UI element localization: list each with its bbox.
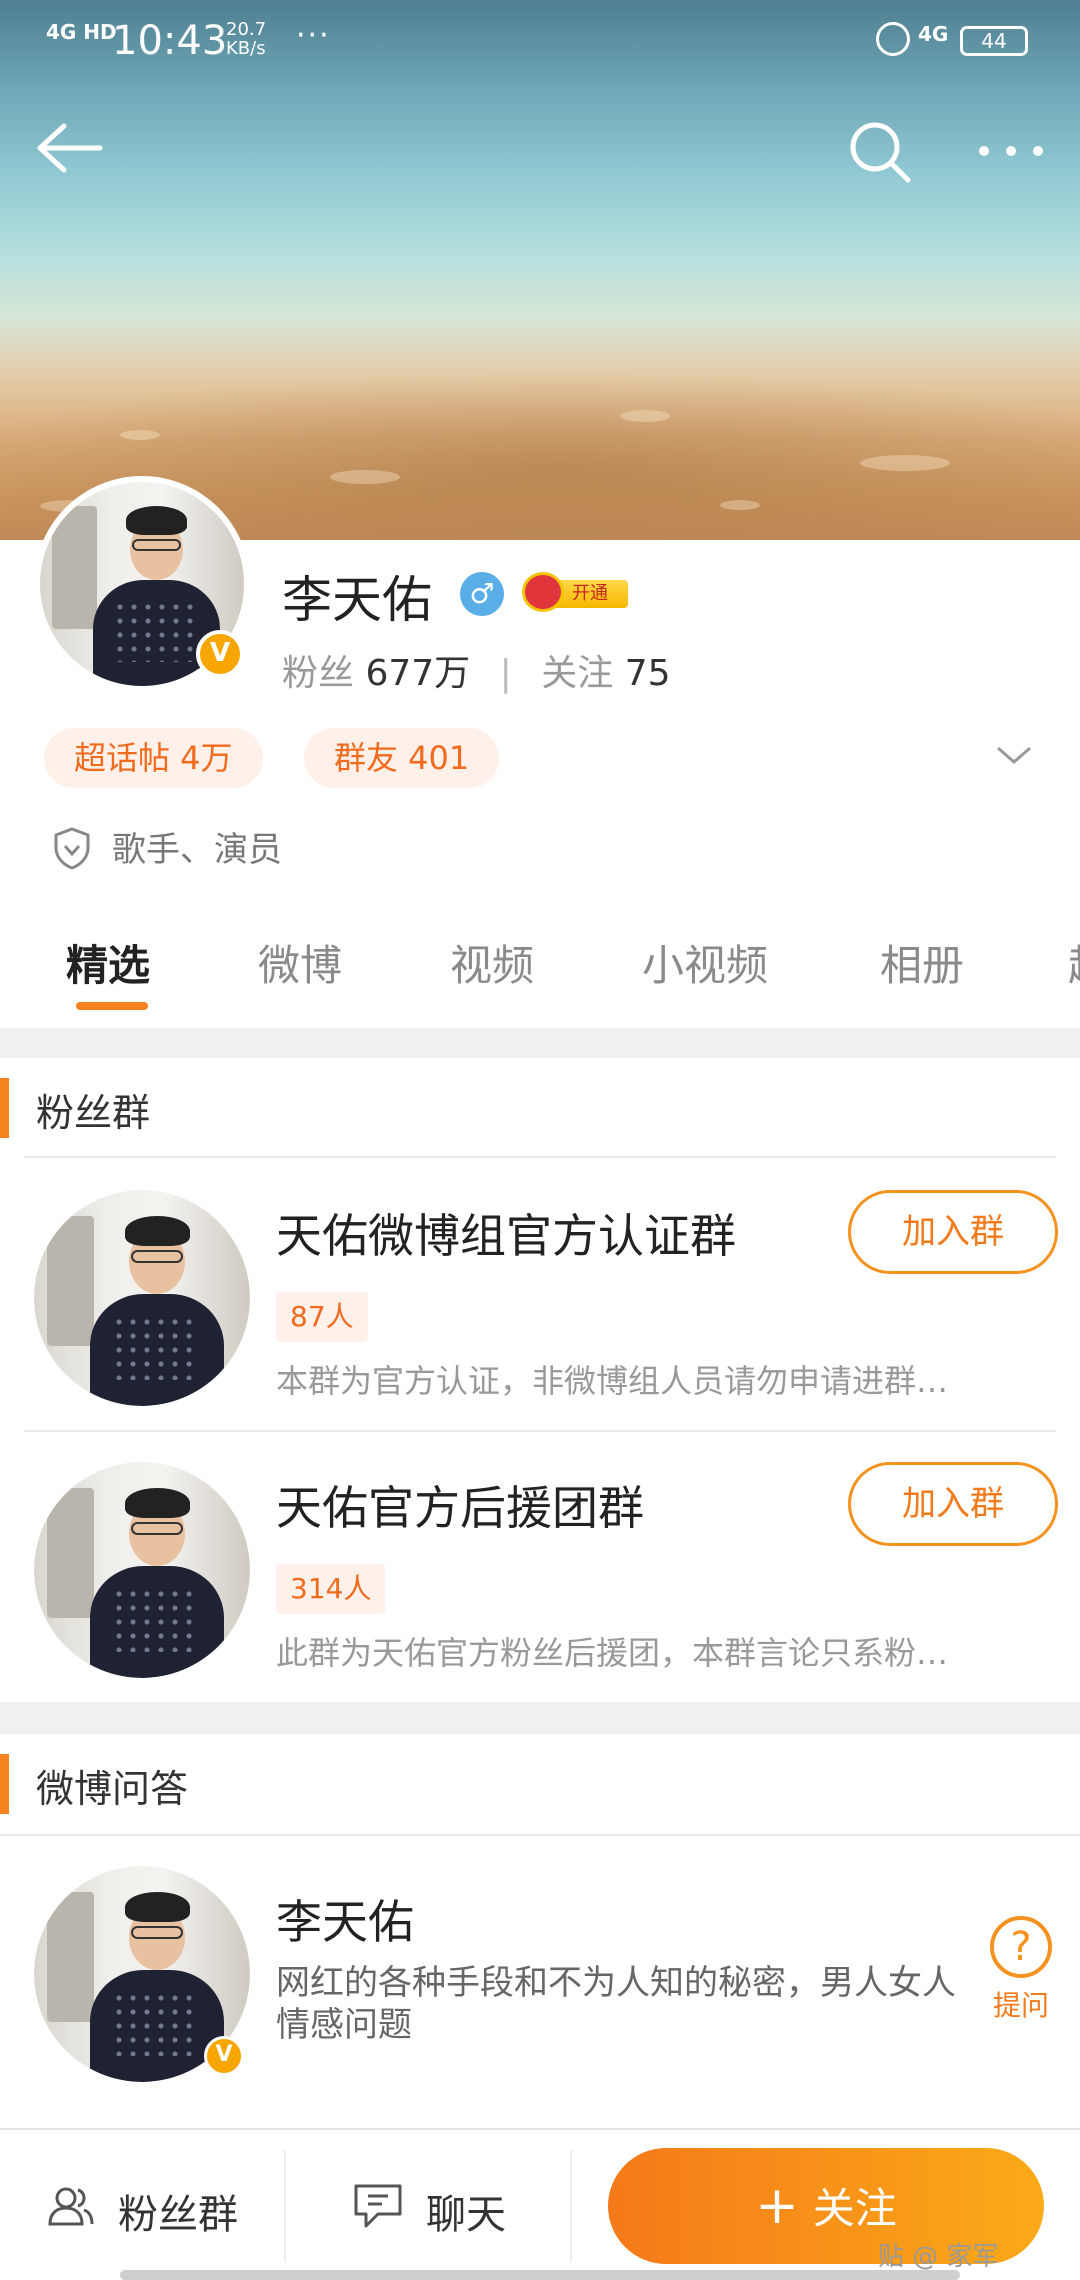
following-label: 关注 [541,653,614,694]
tab-indicator [76,1002,148,1010]
question-icon: ? [990,1916,1052,1978]
verified-badge-icon: V [204,2036,244,2076]
network-indicator: 4G HD [46,20,117,44]
tab-video[interactable]: 视频 [450,932,534,993]
network-speed: 20.7 KB/s [226,19,267,59]
qa-title: 微博问答 [36,1767,189,1811]
alarm-icon [876,22,910,56]
join-group-button[interactable]: 加入群 [848,1190,1058,1274]
watermark: 贴 @ 家军 [878,2242,999,2272]
battery-indicator: 44 [960,26,1028,56]
more-icon[interactable] [976,136,1046,166]
chat-label: 聊天 [426,2192,506,2238]
fans-group-button[interactable]: 粉丝群 [0,2130,282,2280]
group-name[interactable]: 天佑微博组官方认证群 [276,1200,736,1266]
crown-icon [522,572,564,612]
followers-label: 粉丝 [282,653,355,694]
network-right-indicator: 4G [918,22,949,46]
back-arrow-icon[interactable] [36,118,106,178]
clock: 10:43 [112,18,228,64]
gesture-bar [120,2270,960,2280]
ask-label: 提问 [992,1989,1049,2022]
divider [24,1430,1056,1432]
tab-short-video[interactable]: 小视频 [642,932,768,993]
ask-question-button[interactable]: ? 提问 [986,1916,1056,2026]
profile-name: 李天佑 [282,571,432,629]
tab-super-topic[interactable]: 超 [1068,932,1080,993]
chat-icon [354,2184,402,2228]
tab-featured[interactable]: 精选 [66,932,150,993]
followers-count[interactable]: 677万 [365,653,470,694]
profile-tabs: 精选 微博 视频 小视频 相册 超 [0,920,1080,1030]
divider [0,1834,1080,1836]
status-more: ··· [296,18,331,53]
tab-album[interactable]: 相册 [880,932,964,993]
cover-image [0,0,1080,540]
fans-group-label: 粉丝群 [118,2192,238,2238]
qa-name[interactable]: 李天佑 [276,1886,414,1952]
super-topic-pill[interactable]: 超话帖 4万 [44,728,263,788]
chat-button[interactable]: 聊天 [286,2130,568,2280]
status-bar: 4G HD 10:43 20.7 KB/s ··· 4G 44 [0,0,1080,80]
tab-weibo[interactable]: 微博 [258,932,342,993]
divider [24,1156,1056,1158]
chevron-down-icon[interactable] [994,740,1034,770]
fan-groups-title: 粉丝群 [36,1091,151,1135]
qa-header: 微博问答 [0,1754,1080,1814]
search-icon[interactable] [848,120,912,184]
following-count[interactable]: 75 [625,653,671,694]
shield-icon [54,827,90,870]
group-avatar[interactable] [34,1462,250,1678]
member-count-badge: 314人 [276,1564,386,1614]
gender-male-icon: ♂ [460,572,504,616]
people-icon [48,2187,94,2226]
qa-description: 网红的各种手段和不为人知的秘密，男人女人情感问题 [276,1963,956,2045]
join-group-button[interactable]: 加入群 [848,1462,1058,1546]
vip-badge[interactable]: 开通 [522,572,628,612]
verified-badge-icon: V [196,630,244,678]
follow-label: 关注 [812,2184,897,2233]
plus-icon: + [755,2176,799,2236]
profile-stats: 粉丝 677万 | 关注 75 [282,653,671,694]
fan-groups-header: 粉丝群 [0,1078,1080,1138]
group-name[interactable]: 天佑官方后援团群 [276,1472,644,1538]
section-gap [0,1028,1080,1058]
identity-text: 歌手、演员 [112,830,282,870]
section-gap [0,1702,1080,1734]
member-count-badge: 87人 [276,1292,368,1342]
group-description: 本群为官方认证，非微博组人员请勿申请进群… [276,1362,949,1400]
group-description: 此群为天佑官方粉丝后援团，本群言论只系粉… [276,1634,949,1672]
group-avatar[interactable] [34,1190,250,1406]
group-members-pill[interactable]: 群友 401 [304,728,500,788]
